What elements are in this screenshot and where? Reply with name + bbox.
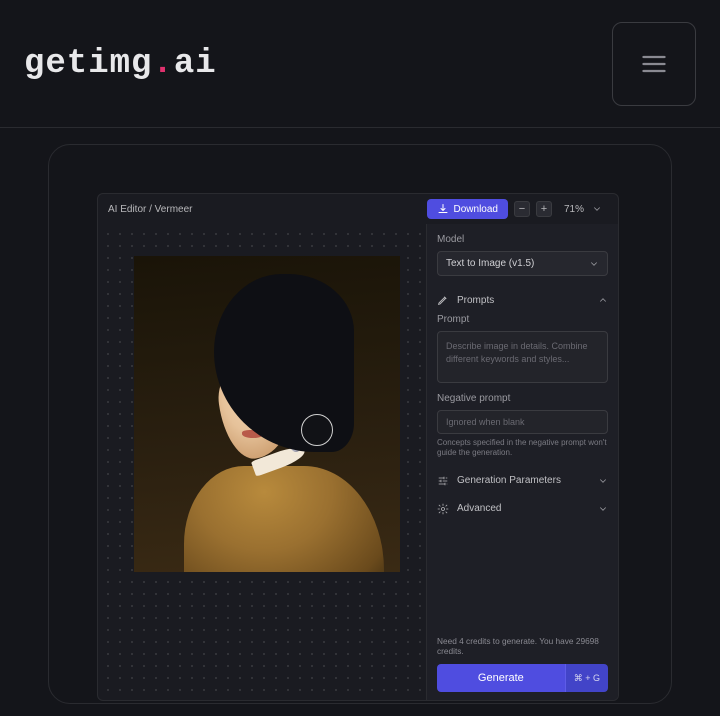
zoom-in-button[interactable]: + bbox=[536, 201, 552, 217]
model-value: Text to Image (v1.5) bbox=[446, 258, 534, 269]
app-window: AI Editor / Vermeer Download − + 71% bbox=[97, 193, 619, 701]
negative-prompt-hint: Concepts specified in the negative promp… bbox=[437, 438, 608, 459]
chevron-down-icon bbox=[589, 259, 599, 269]
topbar-actions: Download − + 71% bbox=[427, 199, 609, 219]
settings-panel: Model Text to Image (v1.5) Prompts Promp… bbox=[426, 224, 618, 700]
app-topbar: AI Editor / Vermeer Download − + 71% bbox=[98, 194, 618, 224]
advanced-toggle[interactable]: Advanced bbox=[437, 495, 608, 523]
app-body: Model Text to Image (v1.5) Prompts Promp… bbox=[98, 224, 618, 700]
canvas[interactable] bbox=[98, 224, 426, 700]
generation-parameters-toggle[interactable]: Generation Parameters bbox=[437, 467, 608, 495]
model-select[interactable]: Text to Image (v1.5) bbox=[437, 251, 608, 276]
prompts-section-toggle[interactable]: Prompts bbox=[437, 286, 608, 314]
breadcrumb: AI Editor / Vermeer bbox=[108, 204, 192, 215]
hamburger-icon bbox=[640, 50, 668, 78]
prompts-label: Prompts bbox=[457, 295, 494, 306]
chevron-down-icon bbox=[598, 504, 608, 514]
zoom-value: 71% bbox=[564, 204, 584, 215]
zoom-dropdown[interactable]: 71% bbox=[558, 204, 608, 215]
gear-icon bbox=[437, 503, 449, 515]
generate-shortcut[interactable]: ⌘ + G bbox=[565, 664, 608, 692]
prompt-label: Prompt bbox=[437, 314, 608, 325]
generation-parameters-label: Generation Parameters bbox=[457, 475, 561, 486]
sliders-icon bbox=[437, 475, 449, 487]
brand-post: ai bbox=[174, 45, 217, 83]
download-icon bbox=[437, 203, 449, 215]
brand-pre: getimg bbox=[24, 45, 152, 83]
negative-prompt-input[interactable]: Ignored when blank bbox=[437, 410, 608, 434]
model-label: Model bbox=[437, 234, 608, 245]
zoom-out-button[interactable]: − bbox=[514, 201, 530, 217]
credits-text: Need 4 credits to generate. You have 296… bbox=[437, 636, 608, 656]
panel-footer: Need 4 credits to generate. You have 296… bbox=[437, 636, 608, 692]
negative-prompt-label: Negative prompt bbox=[437, 393, 608, 404]
advanced-label: Advanced bbox=[457, 503, 501, 514]
painting-garment bbox=[184, 466, 384, 572]
download-button[interactable]: Download bbox=[427, 199, 508, 219]
brand-logo[interactable]: getimg.ai bbox=[24, 45, 217, 83]
site-header: getimg.ai bbox=[0, 0, 720, 128]
brush-cursor bbox=[301, 414, 333, 446]
prompt-textarea[interactable]: Describe image in details. Combine diffe… bbox=[437, 331, 608, 383]
chevron-down-icon bbox=[598, 476, 608, 486]
download-label: Download bbox=[454, 204, 498, 215]
showcase-frame: AI Editor / Vermeer Download − + 71% bbox=[48, 144, 672, 704]
chevron-up-icon bbox=[598, 295, 608, 305]
generate-row: Generate ⌘ + G bbox=[437, 664, 608, 692]
brand-dot: . bbox=[152, 45, 173, 83]
canvas-image bbox=[134, 256, 400, 572]
pencil-icon bbox=[437, 294, 449, 306]
chevron-down-icon bbox=[592, 204, 602, 214]
generate-button[interactable]: Generate bbox=[437, 664, 565, 692]
hamburger-menu-button[interactable] bbox=[612, 22, 696, 106]
